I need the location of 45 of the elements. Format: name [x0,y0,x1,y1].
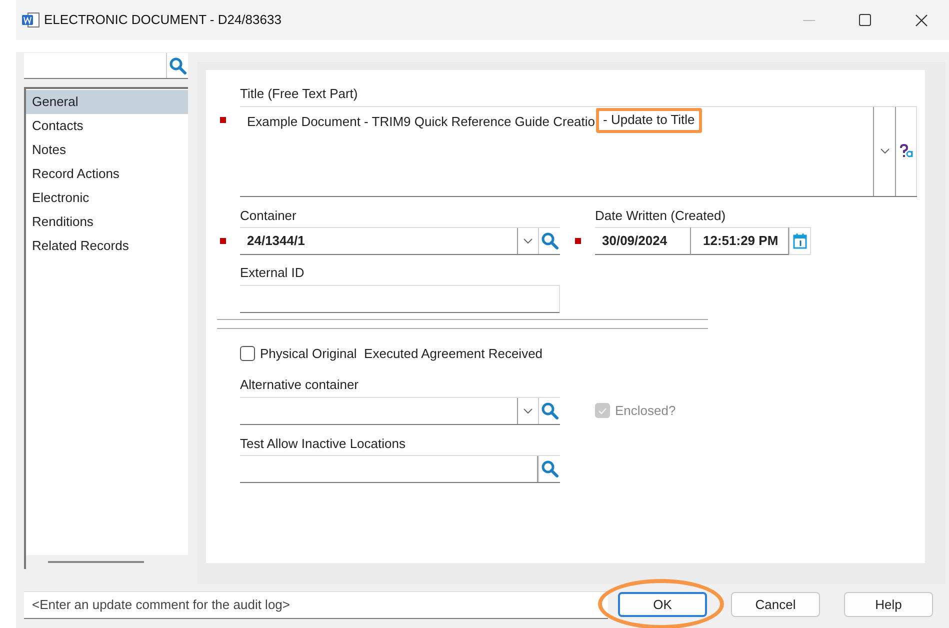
field-value: Example Document - TRIM9 Quick Reference Guide Creatio [247,112,596,131]
search-icon [540,460,558,478]
calendar-icon [793,233,807,249]
checkbox[interactable] [240,346,255,361]
checkbox-label: Physical Original Executed Agreement Received [260,344,543,363]
search-button[interactable] [538,456,560,482]
check-icon [598,406,607,414]
highlighted-text: - Update to Title [596,108,702,132]
date-field[interactable]: 30/09/2024 [595,227,691,255]
comment-field[interactable]: <Enter an update comment for the audit log> [24,590,608,618]
field-label: Alternative container [240,377,359,392]
chevron-down-icon [523,238,533,244]
calendar-button[interactable] [789,227,811,255]
search-icon [540,402,558,420]
navigation-item[interactable]: General [26,90,188,114]
field-label: External ID [240,265,304,280]
close-icon [914,14,928,26]
dialog-button[interactable]: Help [844,592,933,617]
alternative-container-field[interactable] [240,396,560,424]
field-value: 24/1344/1 [246,232,306,250]
search-field[interactable] [24,53,188,79]
location-field[interactable] [240,455,560,483]
spell-check-button[interactable] [895,106,917,196]
chevron-down-icon [523,408,533,414]
search-button[interactable] [538,398,560,424]
field-label: Test Allow Inactive Locations [240,436,406,450]
question-letter-icon [899,144,913,158]
field-label: Container [240,208,296,222]
chevron-down-icon [880,148,890,154]
search-button[interactable] [166,53,188,78]
field-label: Title (Free Text Part) [240,86,358,101]
container-field[interactable]: 24/1344/1 [240,227,560,255]
window-title: ELECTRONIC DOCUMENT - D24/83633 [44,11,282,30]
title-field[interactable]: Example Document - TRIM9 Quick Reference Guide Creatio - Update to Title [240,106,917,196]
maximize-icon [859,14,871,26]
checkbox-label: Enclosed? [615,402,676,420]
field-label: Date Written (Created) [595,208,726,222]
external-id-field[interactable] [240,284,560,312]
time-field[interactable]: 12:51:29 PM [691,227,789,255]
dialog-button[interactable]: Cancel [731,592,820,617]
document-icon [22,12,40,28]
dialog-button[interactable]: OK [618,592,707,617]
search-icon [168,56,186,74]
search-button[interactable] [538,228,560,254]
search-icon [540,232,558,250]
